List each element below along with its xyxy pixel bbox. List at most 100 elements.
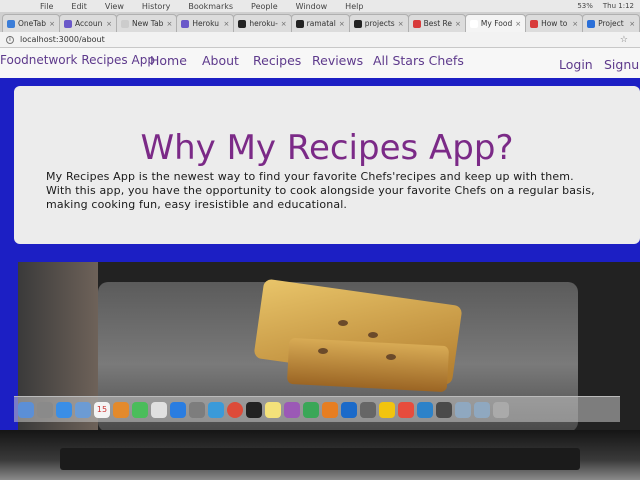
app-icon[interactable]	[322, 401, 338, 418]
app-icon[interactable]	[360, 401, 376, 418]
garnish	[368, 332, 378, 338]
app-icon[interactable]	[303, 401, 319, 418]
close-icon[interactable]: ×	[339, 20, 345, 28]
nav-all-stars-chefs[interactable]: All Stars Chefs	[373, 53, 464, 68]
tab-label: My Food	[480, 19, 513, 28]
app-icon[interactable]	[284, 401, 300, 418]
launchpad-icon[interactable]	[37, 401, 53, 418]
bookmark-star-icon[interactable]: ☆	[620, 35, 628, 45]
close-icon[interactable]: ×	[166, 20, 172, 28]
tab-favicon-icon	[238, 19, 247, 28]
app-icon[interactable]	[341, 401, 357, 418]
tab-label: Project	[598, 19, 624, 28]
facetime-icon[interactable]	[132, 401, 148, 418]
browser-tab-strip: OneTab × Accoun × New Tab × Heroku × heroku- × ram…	[0, 12, 640, 32]
menu-bookmarks[interactable]: Bookmarks	[188, 2, 233, 11]
tab-4[interactable]: heroku- ×	[233, 14, 292, 32]
tab-10[interactable]: Project ×	[582, 14, 640, 32]
photos-icon[interactable]	[113, 401, 129, 418]
site-navbar: Foodnetwork Recipes App Home About Recip…	[0, 48, 640, 78]
tab-favicon-icon	[121, 19, 129, 28]
menubar-clock[interactable]: Thu 1:12	[603, 2, 634, 10]
tab-favicon-icon	[412, 19, 421, 28]
safari-icon[interactable]	[56, 401, 72, 418]
nav-about[interactable]: About	[202, 53, 239, 68]
trash-icon[interactable]	[493, 401, 509, 418]
menu-people[interactable]: People	[251, 2, 278, 11]
nav-reviews[interactable]: Reviews	[312, 53, 363, 68]
address-bar[interactable]: i localhost:3000/about ☆	[0, 32, 640, 48]
about-line-3: making cooking fun, easy iresistible and…	[46, 198, 348, 211]
menu-file[interactable]: File	[40, 2, 53, 11]
close-icon[interactable]: ×	[629, 20, 635, 28]
laptop-bezel	[0, 430, 640, 480]
menu-history[interactable]: History	[142, 2, 170, 11]
nav-home[interactable]: Home	[150, 53, 187, 68]
tab-7[interactable]: Best Re ×	[407, 14, 466, 32]
tab-0[interactable]: OneTab ×	[2, 14, 60, 32]
close-icon[interactable]: ×	[106, 20, 112, 28]
info-icon[interactable]: i	[6, 35, 14, 44]
mac-menubar: File Edit View History Bookmarks People …	[0, 0, 640, 12]
mail-icon[interactable]	[75, 401, 91, 418]
nav-recipes[interactable]: Recipes	[253, 53, 301, 68]
app-icon[interactable]	[417, 401, 433, 418]
menu-view[interactable]: View	[105, 2, 124, 11]
close-icon[interactable]: ×	[398, 20, 404, 28]
tab-label: How to	[541, 19, 568, 28]
french-toast-bottom	[286, 337, 450, 393]
settings-icon[interactable]	[189, 401, 205, 418]
tab-label: New Tab	[132, 19, 164, 28]
tab-5[interactable]: ramatal ×	[290, 14, 350, 32]
tab-2[interactable]: New Tab ×	[116, 14, 178, 32]
mac-dock: 15	[14, 396, 620, 422]
notes-icon[interactable]	[265, 401, 281, 418]
garnish	[338, 320, 348, 326]
close-icon[interactable]: ×	[223, 20, 229, 28]
menu-edit[interactable]: Edit	[71, 2, 87, 11]
tab-label: OneTab	[18, 19, 46, 28]
tab-favicon-icon	[530, 19, 539, 28]
tab-9[interactable]: How to ×	[525, 14, 584, 32]
nav-signup[interactable]: Signup	[604, 57, 640, 72]
folder-icon[interactable]	[455, 401, 471, 418]
tab-label: Best Re	[423, 19, 453, 28]
close-icon[interactable]: ×	[455, 20, 461, 28]
menu-window[interactable]: Window	[296, 2, 328, 11]
terminal-icon[interactable]	[246, 401, 262, 418]
close-icon[interactable]: ×	[515, 20, 521, 28]
nav-login[interactable]: Login	[559, 57, 593, 72]
folder-icon[interactable]	[474, 401, 490, 418]
tab-favicon-icon	[64, 19, 72, 28]
close-icon[interactable]: ×	[572, 20, 578, 28]
tab-3[interactable]: Heroku ×	[176, 14, 235, 32]
close-icon[interactable]: ×	[281, 20, 287, 28]
battery-level[interactable]: 53%	[577, 2, 593, 10]
messages-icon[interactable]	[208, 401, 224, 418]
tab-label: heroku-	[249, 19, 278, 28]
contacts-icon[interactable]	[151, 401, 167, 418]
tab-favicon-icon	[181, 19, 190, 28]
tab-label: projects	[364, 19, 395, 28]
tab-6[interactable]: projects ×	[348, 14, 409, 32]
chrome-icon[interactable]	[227, 401, 243, 418]
url-text[interactable]: localhost:3000/about	[20, 35, 105, 44]
about-line-1: My Recipes App is the newest way to find…	[46, 170, 574, 183]
tab-8[interactable]: My Food ×	[464, 14, 527, 32]
nav-brand[interactable]: Foodnetwork Recipes App	[0, 53, 155, 67]
tab-favicon-icon	[469, 19, 478, 28]
music-icon[interactable]	[398, 401, 414, 418]
page-title: Why My Recipes App?	[140, 128, 514, 168]
app-icon[interactable]	[436, 401, 452, 418]
laptop-hinge	[60, 448, 580, 470]
app-icon[interactable]	[379, 401, 395, 418]
garnish	[386, 354, 396, 360]
about-description: My Recipes App is the newest way to find…	[46, 170, 606, 212]
tab-1[interactable]: Accoun ×	[59, 14, 117, 32]
finder-icon[interactable]	[18, 401, 34, 418]
about-line-2: With this app, you have the opportunity …	[46, 184, 595, 197]
close-icon[interactable]: ×	[49, 20, 55, 28]
menu-help[interactable]: Help	[345, 2, 363, 11]
calendar-icon[interactable]: 15	[94, 401, 110, 418]
app-store-icon[interactable]	[170, 401, 186, 418]
